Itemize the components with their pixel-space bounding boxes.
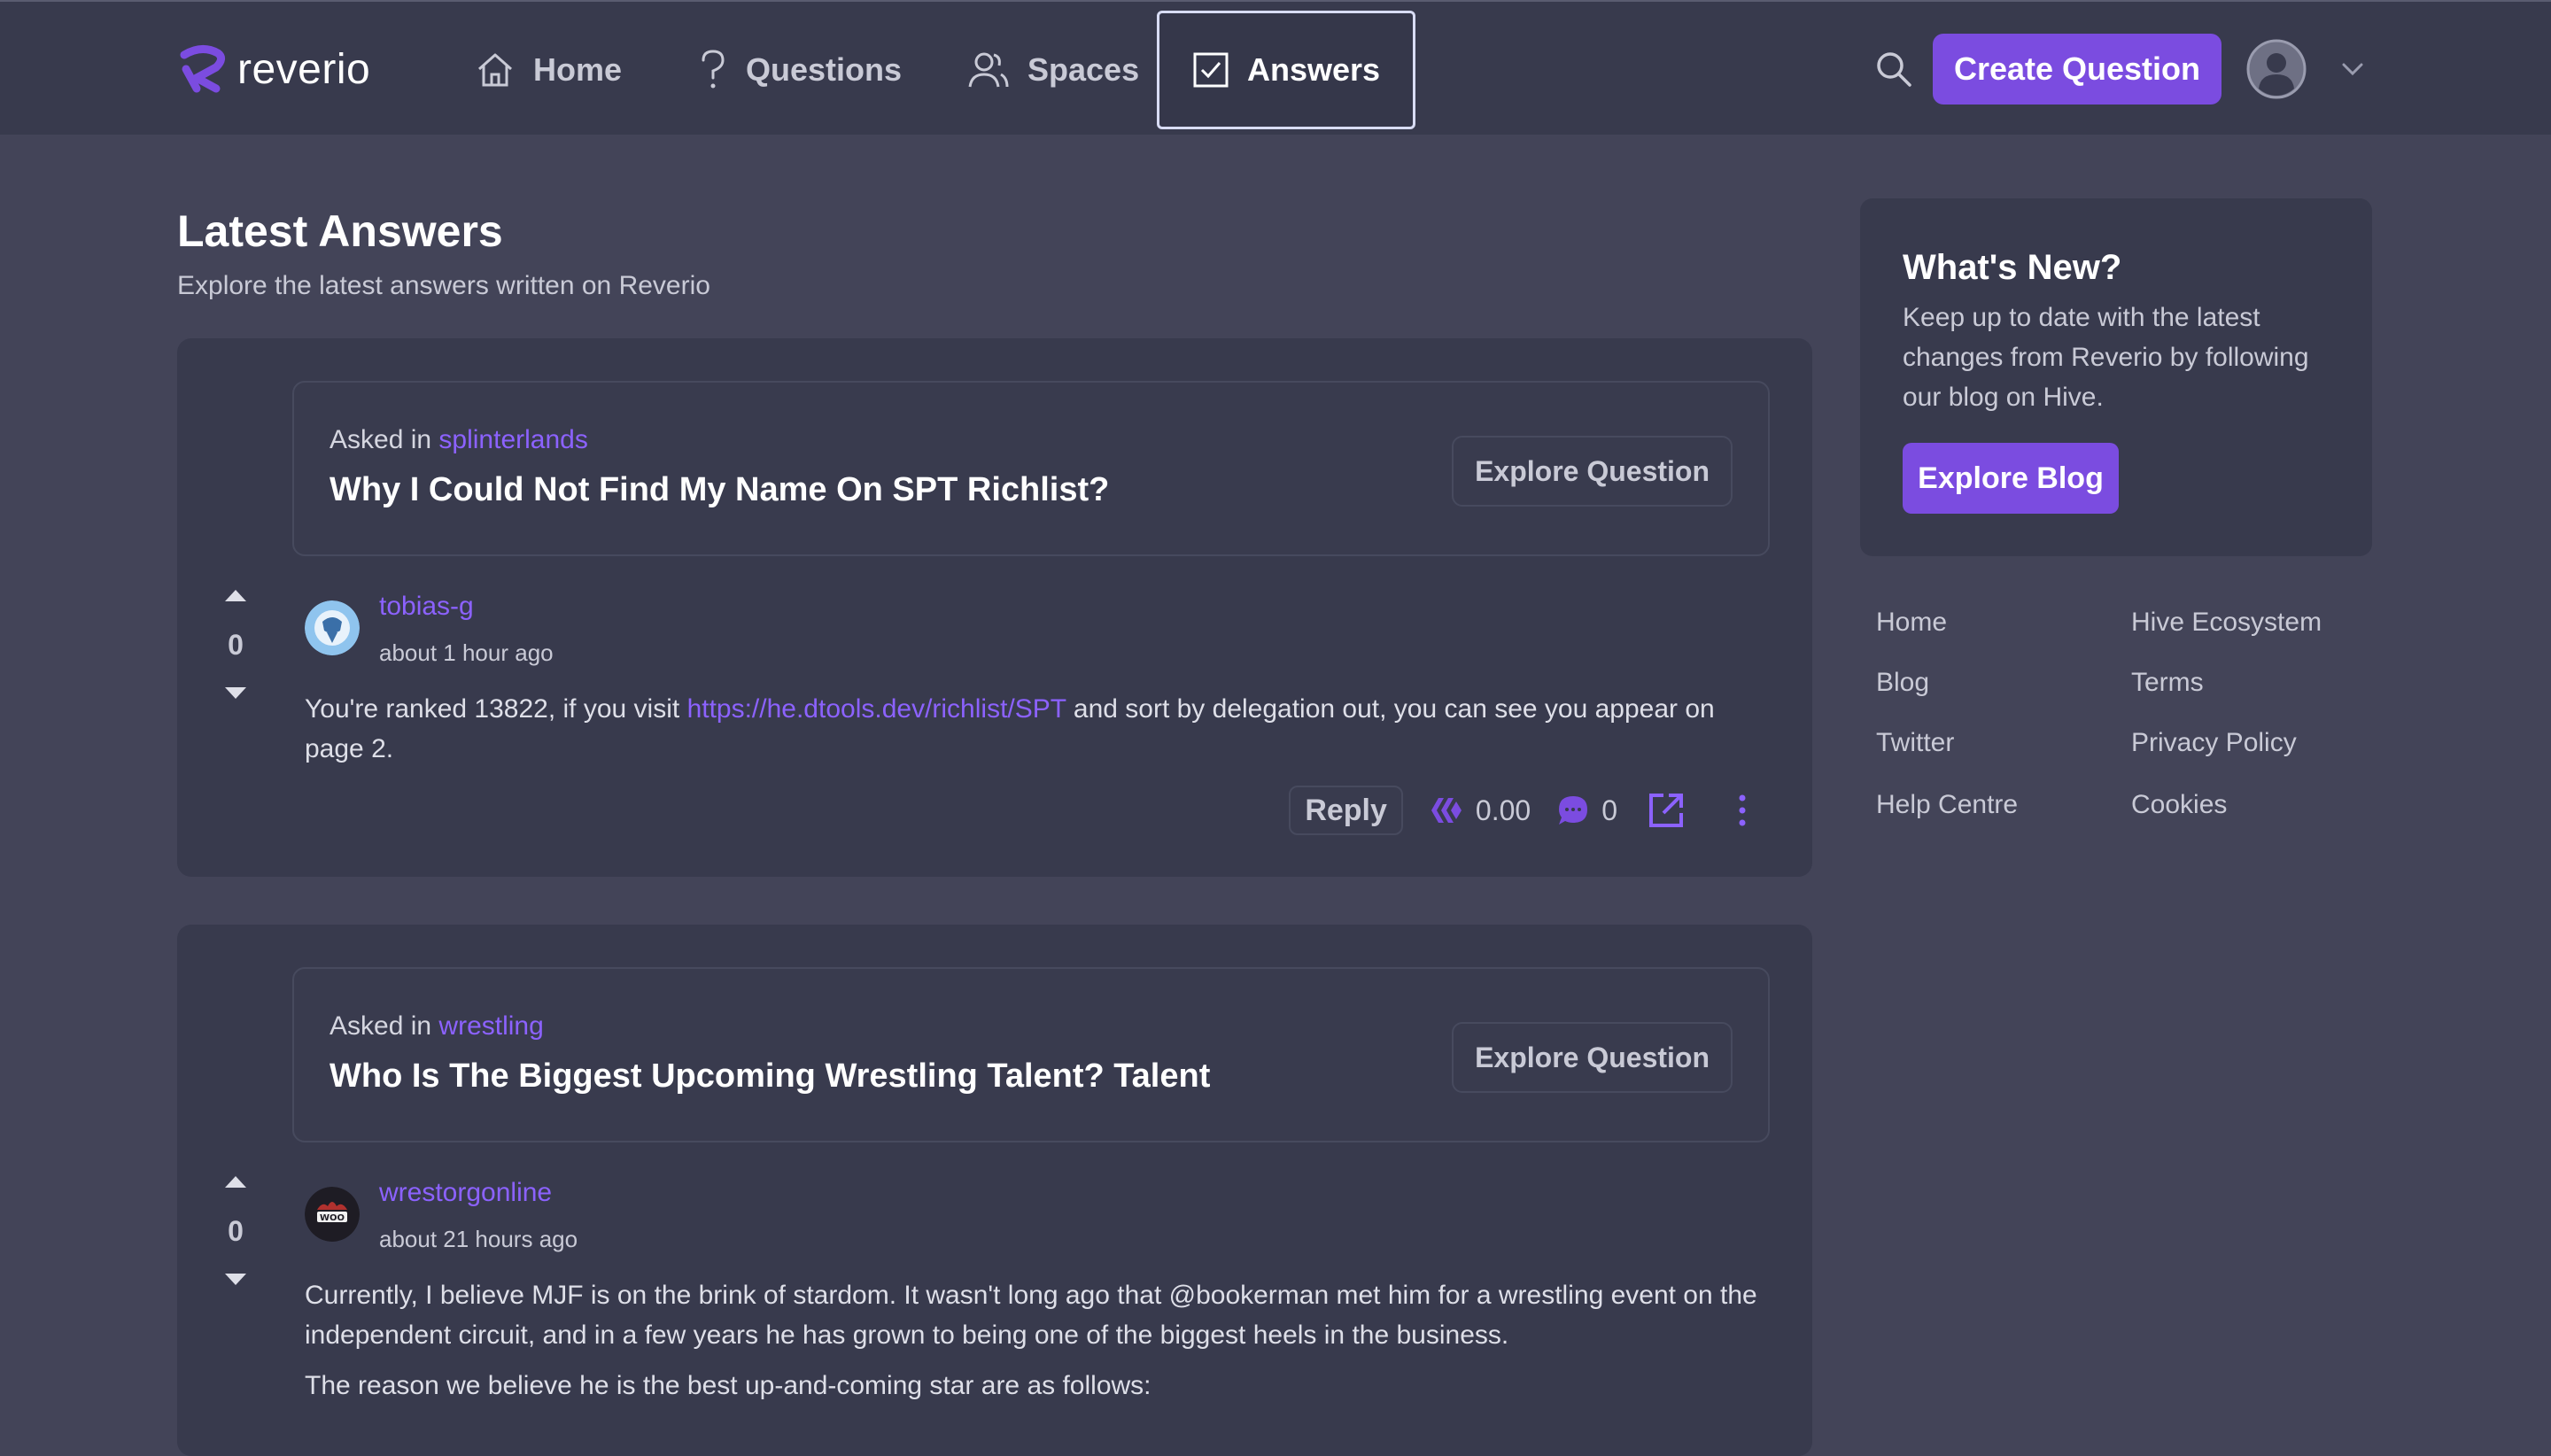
question-title[interactable]: Why I Could Not Find My Name On SPT Rich… [330,471,1109,509]
answer-text: You're ranked 13822, if you visit [305,694,687,724]
nav-answers[interactable]: Answers [1157,11,1415,129]
explore-blog-button[interactable]: Explore Blog [1903,443,2119,514]
footer-link-twitter[interactable]: Twitter [1876,728,1954,758]
vote-count: 0 [228,629,244,661]
page-title: Latest Answers [177,206,503,256]
explore-question-button[interactable]: Explore Question [1452,1022,1733,1093]
vote-controls: 0 [209,586,262,702]
author-name[interactable]: wrestorgonline [379,1178,552,1208]
whats-new-text: Keep up to date with the latest changes … [1903,303,2309,412]
nav-spaces-label: Spaces [1027,51,1140,88]
nav-spaces[interactable]: Spaces [967,11,1139,129]
create-question-button[interactable]: Create Question [1933,34,2221,105]
nav-answers-label: Answers [1246,51,1381,88]
footer-link-privacy-policy[interactable]: Privacy Policy [2131,728,2297,758]
search-icon[interactable] [1874,50,1913,89]
svg-text:WOO: WOO [320,1213,345,1223]
asked-in-label: Asked in [330,425,432,454]
reverio-logo-icon [180,45,225,93]
checkbox-icon [1193,52,1229,88]
whats-new-panel: What's New? Keep up to date with the lat… [1860,198,2372,556]
nav-questions[interactable]: Questions [698,11,902,129]
reply-button[interactable]: Reply [1289,786,1403,835]
users-icon [968,52,1009,88]
asked-in-label: Asked in [330,1011,432,1041]
author-avatar[interactable]: WOO [305,1187,360,1242]
space-link[interactable]: splinterlands [438,425,587,454]
top-navigation-bar: reverio Home Questions Spaces Answers Cr… [0,0,2551,135]
answer-card: Asked in wrestling Who Is The Biggest Up… [177,925,1812,1456]
answer-card: Asked in splinterlands Why I Could Not F… [177,338,1812,877]
external-link-icon[interactable] [1648,792,1685,829]
footer-link-home[interactable]: Home [1876,608,1947,638]
question-box: Asked in splinterlands Why I Could Not F… [292,381,1770,556]
whats-new-title: What's New? [1903,248,2122,287]
vote-controls: 0 [209,1173,262,1289]
logo-text: reverio [237,45,371,93]
asked-in: Asked in wrestling [330,1011,544,1042]
question-title[interactable]: Who Is The Biggest Upcoming Wrestling Ta… [330,1057,1210,1096]
comment-count-value: 0 [1601,794,1617,826]
home-icon [478,53,512,87]
footer-link-blog[interactable]: Blog [1876,668,1929,698]
answer-timestamp: about 1 hour ago [379,639,554,666]
answer-body: You're ranked 13822, if you visit https:… [305,689,1775,769]
downvote-icon[interactable] [222,685,249,702]
footer-link-cookies[interactable]: Cookies [2131,790,2227,820]
footer-link-terms[interactable]: Terms [2131,668,2204,698]
comment-count[interactable]: 0 [1557,794,1617,827]
footer-link-help-centre[interactable]: Help Centre [1876,790,2018,820]
user-avatar-icon[interactable] [2246,39,2307,99]
answer-link[interactable]: https://he.dtools.dev/richlist/SPT [687,694,1066,724]
answer-body: Currently, I believe MJF is on the brink… [305,1275,1775,1416]
asked-in: Asked in splinterlands [330,425,588,455]
vote-count: 0 [228,1215,244,1247]
downvote-icon[interactable] [222,1271,249,1289]
chevron-down-icon[interactable] [2338,55,2367,83]
comment-icon [1559,796,1588,825]
space-link[interactable]: wrestling [438,1011,543,1041]
more-options-icon[interactable] [1736,792,1748,829]
answer-paragraph: Currently, I believe MJF is on the brink… [305,1281,1757,1350]
nav-questions-label: Questions [746,51,903,88]
answer-actions: Reply 0.00 0 [1289,779,1748,841]
answer-paragraph: The reason we believe he is the best up-… [305,1371,1151,1400]
question-icon [702,50,725,89]
footer-link-hive-ecosystem[interactable]: Hive Ecosystem [2131,608,2322,638]
question-box: Asked in wrestling Who Is The Biggest Up… [292,967,1770,1142]
author-name[interactable]: tobias-g [379,592,474,622]
upvote-icon[interactable] [222,586,249,604]
payout: 0.00 [1430,794,1531,827]
payout-value: 0.00 [1475,794,1531,826]
author-avatar[interactable] [305,600,360,655]
page-subtitle: Explore the latest answers written on Re… [177,271,710,300]
nav-home[interactable]: Home [475,11,622,129]
answer-timestamp: about 21 hours ago [379,1226,578,1252]
nav-home-label: Home [533,51,623,88]
logo[interactable]: reverio [177,43,370,96]
hive-icon [1431,798,1462,823]
explore-question-button[interactable]: Explore Question [1452,436,1733,507]
upvote-icon[interactable] [222,1173,249,1190]
